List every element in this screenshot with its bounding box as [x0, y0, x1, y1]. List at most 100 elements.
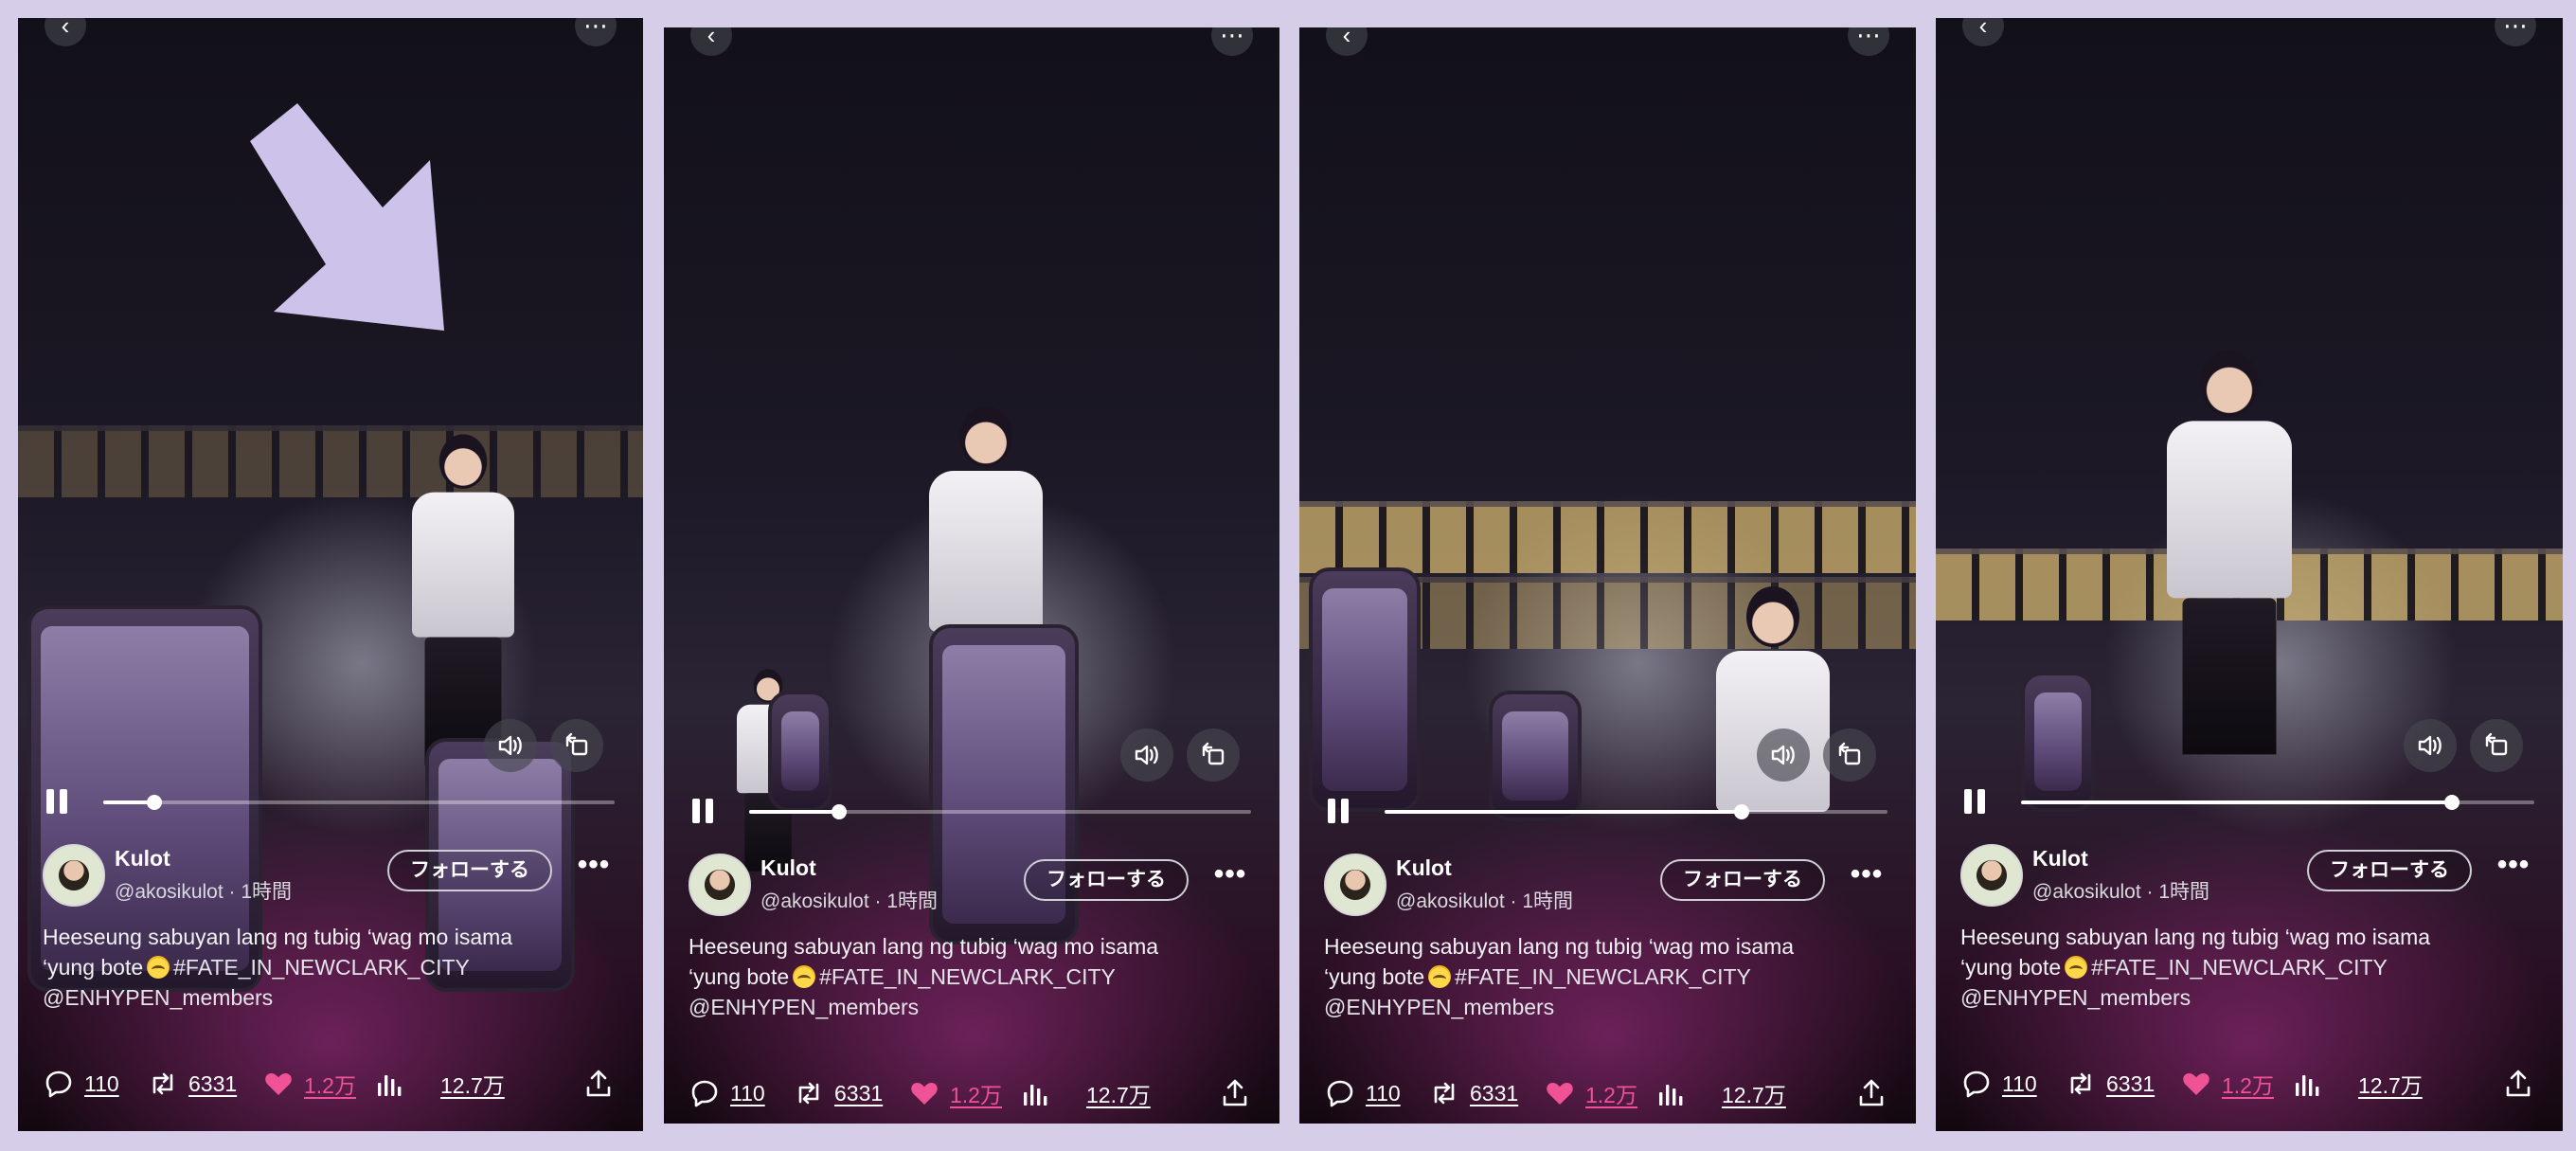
progress-knob[interactable]	[147, 795, 162, 810]
repost-button[interactable]: 6331	[2065, 1068, 2155, 1100]
user-handle[interactable]: @akosikulot · 1時間	[2032, 876, 2209, 905]
avatar[interactable]	[1324, 854, 1386, 916]
like-button[interactable]: 1.2万	[262, 1068, 356, 1100]
back-icon[interactable]: ‹	[690, 27, 732, 56]
avatar[interactable]	[1960, 844, 2023, 907]
more-icon[interactable]: ⋯	[575, 18, 617, 46]
repost-icon	[152, 1072, 173, 1095]
views-button[interactable]: 12.7万	[1655, 1077, 1786, 1109]
rotate-button[interactable]	[550, 719, 603, 772]
post-more-button[interactable]: •••	[1209, 857, 1251, 895]
video-panel-2[interactable]: ‹ ⋯ Kulot @akosikulot · 1時間 フォローする ••• H…	[664, 27, 1279, 1124]
views-button[interactable]: 12.7万	[1020, 1077, 1151, 1109]
like-button[interactable]: 1.2万	[908, 1077, 1002, 1109]
pause-icon[interactable]	[1324, 797, 1352, 825]
back-icon[interactable]: ‹	[1326, 27, 1368, 56]
volume-button[interactable]	[2404, 719, 2457, 772]
like-count: 1.2万	[950, 1083, 1002, 1107]
hashtag-link[interactable]: #FATE_IN_NEWCLARK_CITY	[1455, 964, 1751, 989]
caption-text: ‘yung bote	[1324, 964, 1425, 989]
mention-link[interactable]: @ENHYPEN_members	[1960, 982, 2525, 1013]
more-icon[interactable]: ⋯	[1848, 27, 1889, 56]
progress-slider[interactable]	[749, 804, 1251, 819]
user-handle[interactable]: @akosikulot · 1時間	[760, 886, 938, 914]
mention-link[interactable]: @ENHYPEN_members	[1324, 992, 1878, 1022]
comment-button[interactable]: 110	[1324, 1077, 1401, 1109]
performer	[412, 434, 514, 765]
user-name[interactable]: Kulot	[760, 855, 816, 881]
video-panel-4[interactable]: ‹ ⋯ Kulot @akosikulot · 1時間 フォローする ••• H…	[1936, 18, 2563, 1131]
views-icon	[1024, 1085, 1047, 1106]
comment-button[interactable]: 110	[43, 1068, 119, 1100]
mention-link[interactable]: @ENHYPEN_members	[689, 992, 1242, 1022]
like-button[interactable]: 1.2万	[1544, 1077, 1637, 1109]
user-name[interactable]: Kulot	[115, 846, 170, 872]
views-button[interactable]: 12.7万	[374, 1068, 505, 1100]
progress-knob[interactable]	[2444, 795, 2460, 810]
repost-count: 6331	[834, 1080, 884, 1106]
stadium-stand	[1299, 501, 1916, 573]
video-panel-3[interactable]: ‹ ⋯ Kulot @akosikulot · 1時間 フォローする ••• H…	[1299, 27, 1916, 1124]
pause-icon[interactable]	[689, 797, 717, 825]
mention-link[interactable]: @ENHYPEN_members	[43, 982, 605, 1013]
comment-button[interactable]: 110	[689, 1077, 765, 1109]
hashtag-link[interactable]: #FATE_IN_NEWCLARK_CITY	[2091, 955, 2388, 980]
hashtag-link[interactable]: #FATE_IN_NEWCLARK_CITY	[819, 964, 1116, 989]
user-handle[interactable]: @akosikulot · 1時間	[115, 876, 292, 905]
follow-button[interactable]: フォローする	[1660, 859, 1825, 901]
playback-controls	[18, 783, 643, 821]
share-icon	[1859, 1079, 1884, 1106]
repost-button[interactable]: 6331	[1428, 1077, 1518, 1109]
back-icon[interactable]: ‹	[1962, 18, 2004, 46]
more-icon[interactable]: ⋯	[1211, 27, 1253, 56]
comment-button[interactable]: 110	[1960, 1068, 2037, 1100]
user-handle[interactable]: @akosikulot · 1時間	[1396, 886, 1573, 914]
like-button[interactable]: 1.2万	[2180, 1068, 2274, 1100]
post-more-button[interactable]: •••	[2493, 848, 2534, 886]
volume-button[interactable]	[1757, 728, 1810, 782]
volume-icon	[2418, 735, 2442, 756]
back-icon[interactable]: ‹	[45, 18, 86, 46]
share-button[interactable]	[582, 1068, 615, 1100]
follow-button[interactable]: フォローする	[1024, 859, 1189, 901]
comment-icon	[45, 1070, 72, 1098]
video-panel-1[interactable]: ‹ ⋯ Kulot @akosikulot · 1時間 フォローする ••• H…	[18, 18, 643, 1131]
progress-fill	[749, 810, 840, 814]
avatar[interactable]	[689, 854, 751, 916]
rotate-button[interactable]	[1823, 728, 1876, 782]
rotate-button[interactable]	[1187, 728, 1240, 782]
rotate-button[interactable]	[2470, 719, 2523, 772]
user-name[interactable]: Kulot	[1396, 855, 1452, 881]
follow-button[interactable]: フォローする	[387, 850, 552, 891]
progress-slider[interactable]	[103, 795, 615, 810]
author-row: Kulot @akosikulot · 1時間 フォローする •••	[689, 854, 1255, 920]
repost-button[interactable]: 6331	[147, 1068, 237, 1100]
repost-button[interactable]: 6331	[793, 1077, 883, 1109]
share-button[interactable]	[1855, 1077, 1887, 1109]
hashtag-link[interactable]: #FATE_IN_NEWCLARK_CITY	[173, 955, 470, 980]
playback-controls	[1936, 783, 2563, 821]
crying-emoji-icon	[147, 956, 170, 979]
follow-button[interactable]: フォローする	[2307, 850, 2472, 891]
progress-slider[interactable]	[2021, 795, 2534, 810]
share-button[interactable]	[2502, 1068, 2534, 1100]
more-icon[interactable]: ⋯	[2495, 18, 2536, 46]
repost-icon	[798, 1082, 819, 1105]
views-count: 12.7万	[1086, 1083, 1151, 1107]
caption-line: Heeseung sabuyan lang ng tubig ‘wag mo i…	[1324, 934, 1795, 959]
post-more-button[interactable]: •••	[573, 848, 615, 886]
caption-line: ‘yung bote #FATE_IN_NEWCLARK_CITY	[1960, 952, 2525, 982]
progress-slider[interactable]	[1385, 804, 1887, 819]
avatar[interactable]	[43, 844, 105, 907]
crying-emoji-icon	[2065, 956, 2088, 979]
volume-button[interactable]	[1120, 728, 1173, 782]
post-more-button[interactable]: •••	[1846, 857, 1887, 895]
user-name[interactable]: Kulot	[2032, 846, 2088, 872]
pause-icon[interactable]	[43, 787, 71, 816]
share-button[interactable]	[1219, 1077, 1251, 1109]
progress-knob[interactable]	[832, 804, 848, 819]
pause-icon[interactable]	[1960, 787, 1989, 816]
views-button[interactable]: 12.7万	[2292, 1068, 2423, 1100]
progress-knob[interactable]	[1734, 804, 1749, 819]
volume-button[interactable]	[484, 719, 537, 772]
